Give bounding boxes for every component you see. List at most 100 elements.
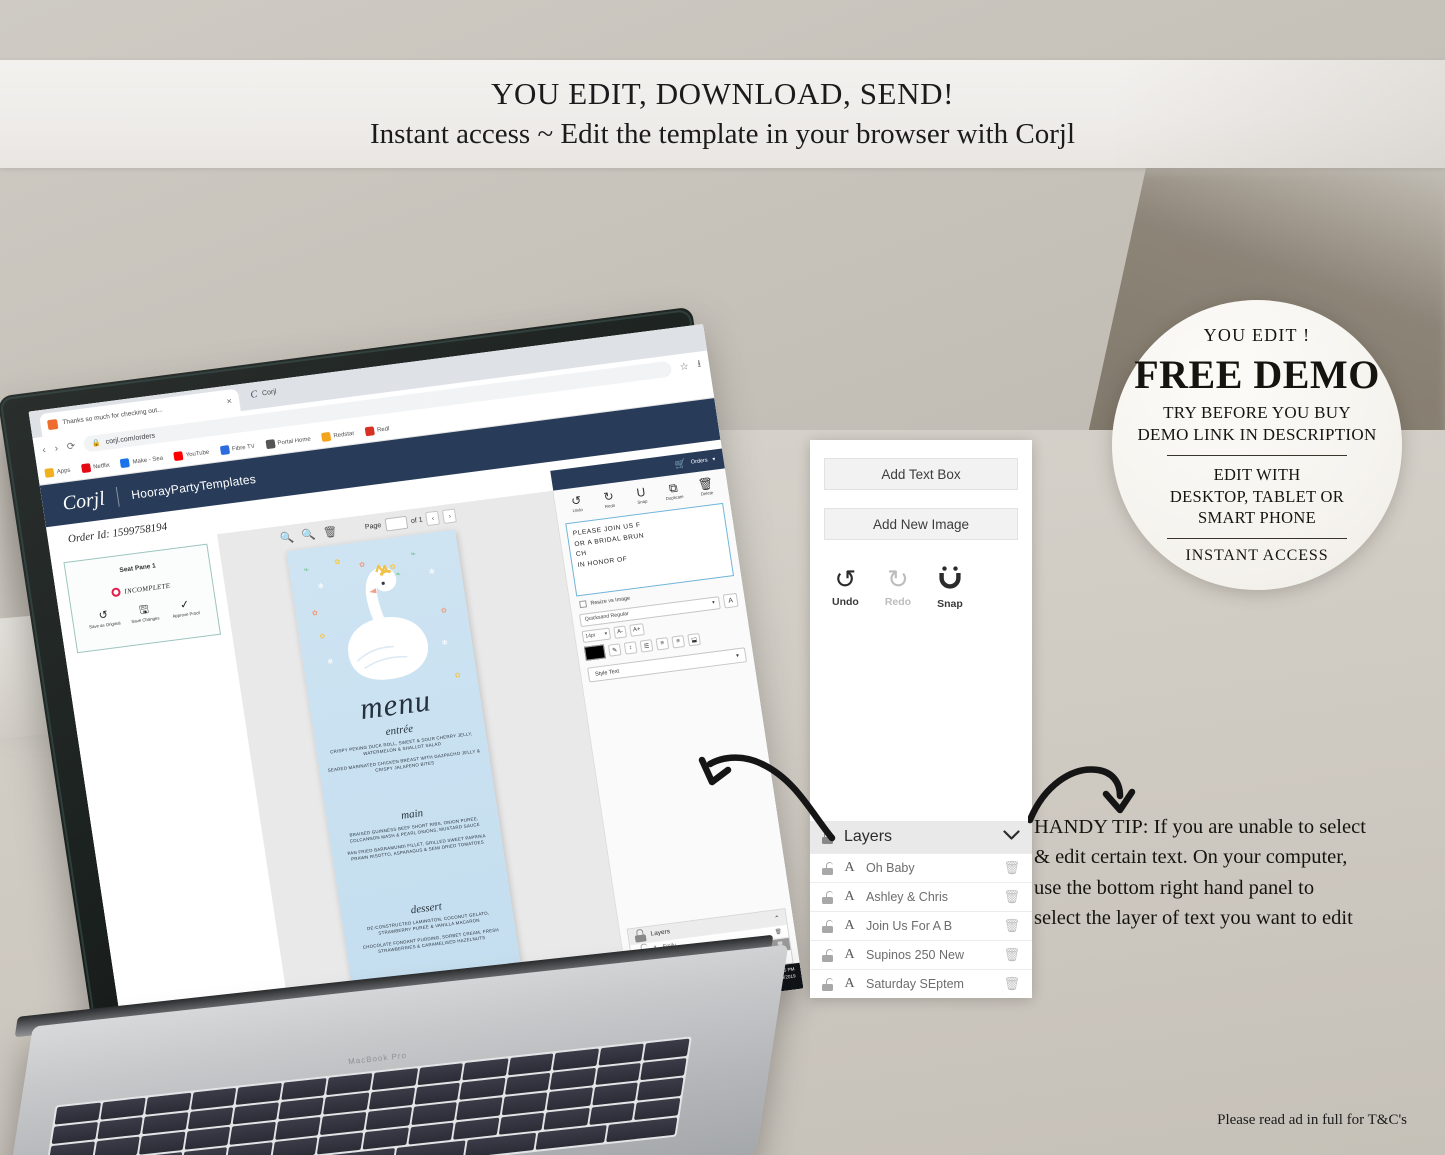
tool-label: Snap — [637, 498, 648, 505]
bookmark-item[interactable]: Make - Sea — [120, 454, 164, 469]
align-left-icon[interactable]: ≡ — [655, 637, 670, 651]
bookmark-favicon-icon — [219, 445, 230, 456]
reload-icon[interactable]: ⟳ — [66, 440, 76, 452]
trash-icon[interactable]: 🗑 — [322, 524, 339, 539]
eyedropper-icon[interactable]: ✎ — [607, 643, 622, 657]
font-size-select[interactable]: 14pt ▾ — [581, 627, 612, 643]
zoom-in-icon[interactable]: 🔍 — [279, 530, 294, 545]
delete-layer-icon[interactable]: 🗑 — [1003, 860, 1020, 876]
bookmark-item[interactable]: YouTube — [173, 448, 210, 462]
editor-snap-button[interactable]: U Snap — [626, 485, 656, 506]
zoom-out-icon[interactable]: 🔍 — [301, 527, 316, 542]
layers-list: A Oh Baby 🗑 A Ashley & Chris 🗑 A Join Us For A … — [810, 853, 1032, 998]
star-icon[interactable]: ☆ — [679, 361, 690, 373]
badge-headline: FREE DEMO — [1134, 351, 1380, 397]
forward-icon[interactable]: › — [54, 443, 59, 454]
editor-delete-button[interactable]: 🗑 Delete — [691, 476, 721, 497]
valign-icon[interactable]: ⬓ — [687, 632, 701, 647]
delete-layer-icon[interactable]: 🗑 — [1003, 947, 1020, 963]
footer-terms: Please read ad in full for T&C's — [1217, 1112, 1407, 1128]
delete-layer-icon[interactable]: 🗑 — [1003, 976, 1020, 992]
text-editor-textarea[interactable]: PLEASE JOIN US F OR A BRIDAL BRUN CH IN HON… — [565, 502, 735, 597]
bookmark-favicon-icon — [173, 451, 184, 462]
layer-name: Saturday SEptem — [866, 977, 964, 991]
layer-row[interactable]: A Oh Baby 🗑 — [810, 853, 1032, 882]
keyboard-key — [592, 1082, 639, 1106]
keyboard-key — [549, 1068, 596, 1091]
bookmark-favicon-icon — [265, 439, 276, 450]
action-label: Save Changes — [131, 615, 160, 624]
badge-line-4a: EDIT WITH — [1213, 464, 1301, 484]
undo-button[interactable]: ↺ Undo — [832, 566, 859, 610]
align-center-icon[interactable]: ≡ — [671, 635, 686, 649]
download-icon[interactable]: ⭳ — [696, 356, 702, 373]
back-icon[interactable]: ‹ — [42, 444, 47, 455]
chevron-down-icon[interactable] — [1003, 828, 1020, 846]
decrease-size-button[interactable]: A- — [613, 625, 627, 639]
font-family-value: Quicksand Regular — [584, 610, 630, 623]
delete-layer-icon[interactable]: 🗑 — [1003, 889, 1020, 905]
close-icon[interactable]: ✕ — [226, 397, 233, 406]
badge-line-3b: DEMO LINK IN DESCRIPTION — [1137, 424, 1377, 444]
next-page-button[interactable]: › — [442, 508, 458, 524]
checkbox-icon[interactable] — [579, 600, 588, 609]
bookmark-label: Netflix — [92, 462, 111, 471]
save-icon: 🖫 — [138, 603, 150, 617]
font-preview-button[interactable]: A — [722, 592, 739, 609]
lock-icon[interactable] — [822, 977, 833, 991]
layer-row[interactable]: A Ashley & Chris 🗑 — [810, 882, 1032, 911]
page-input[interactable] — [384, 515, 408, 531]
layer-name: Supinos 250 New — [866, 948, 964, 962]
butterfly-decor-icon: ✻ — [326, 658, 334, 667]
keyboard-key — [413, 1082, 461, 1106]
layer-row[interactable]: A Saturday SEptem 🗑 — [810, 969, 1032, 998]
bookmark-item[interactable]: Redl — [364, 424, 390, 437]
editor-undo-button[interactable]: ↺ Undo — [562, 493, 592, 514]
leaf-decor-icon: ❧ — [394, 570, 402, 579]
keyboard-key — [637, 1077, 684, 1101]
bookmark-item[interactable]: Portal Home — [265, 435, 311, 450]
lock-icon[interactable] — [822, 861, 833, 875]
snap-button[interactable]: Snap — [937, 566, 963, 610]
layer-row[interactable]: A Join Us For A B 🗑 — [810, 911, 1032, 940]
lock-icon[interactable] — [822, 919, 833, 933]
bookmark-item[interactable]: Redstar — [320, 429, 355, 442]
order-card-action[interactable]: ↺ Save as Original — [85, 608, 123, 630]
flower-decor-icon: ✿ — [358, 561, 366, 570]
bookmark-item[interactable]: Fibre TV — [219, 442, 255, 456]
bookmark-item[interactable]: Apps — [44, 466, 71, 478]
lock-icon[interactable] — [822, 948, 833, 962]
corjl-logo: Corjl — [60, 487, 107, 515]
order-card[interactable]: Seat Pane 1 INCOMPLETE ↺ Save as Original… — [63, 543, 222, 654]
bookmark-item[interactable]: Netflix — [80, 461, 111, 474]
redo-button[interactable]: ↻ Redo — [885, 566, 911, 610]
list-icon[interactable]: ☰ — [639, 639, 654, 653]
editor-redo-button[interactable]: ↻ Redo — [594, 489, 624, 510]
increase-size-button[interactable]: A+ — [629, 623, 645, 637]
browser-tab-2[interactable]: C Corjl — [250, 387, 277, 401]
delete-layer-icon[interactable]: 🗑 — [775, 929, 783, 936]
keyboard-key — [459, 1077, 506, 1101]
lock-icon[interactable] — [822, 890, 833, 904]
line-height-icon[interactable]: ↕ — [623, 641, 638, 655]
text-color-swatch[interactable] — [583, 644, 606, 661]
layers-header[interactable]: Layers — [810, 821, 1032, 853]
delete-layer-icon[interactable]: 🗑 — [1003, 918, 1020, 934]
text-layer-icon: A — [844, 860, 855, 875]
layer-row[interactable]: A Supinos 250 New 🗑 — [810, 940, 1032, 969]
redo-label: Redo — [884, 596, 912, 608]
add-new-image-button[interactable]: Add New Image — [824, 508, 1018, 540]
bookmark-label: Make - Sea — [132, 455, 164, 466]
editor-duplicate-button[interactable]: ⧉ Duplicate — [659, 480, 689, 501]
action-label: Save as Original — [88, 620, 121, 630]
resize-label: Resize vs Image — [590, 595, 631, 607]
add-text-box-button[interactable]: Add Text Box — [824, 458, 1018, 490]
order-card-action[interactable]: ✓ Approve Proof — [166, 598, 204, 620]
badge-line-3a: TRY BEFORE YOU BUY — [1163, 402, 1351, 422]
template-card-preview[interactable]: ❧ ✻ ✿ ✿ ✿ ❧ ✻ ✿ ✿ ✿ ✻ ✻ ✿ ❧ menu entrée … — [286, 529, 527, 1023]
prev-page-button[interactable]: ‹ — [425, 510, 441, 527]
layer-name: Ashley & Chris — [866, 890, 948, 904]
chevron-up-icon[interactable]: ⌃ — [774, 913, 780, 922]
butterfly-decor-icon: ✻ — [317, 582, 325, 591]
order-card-action[interactable]: 🖫 Save Changes — [125, 603, 163, 625]
